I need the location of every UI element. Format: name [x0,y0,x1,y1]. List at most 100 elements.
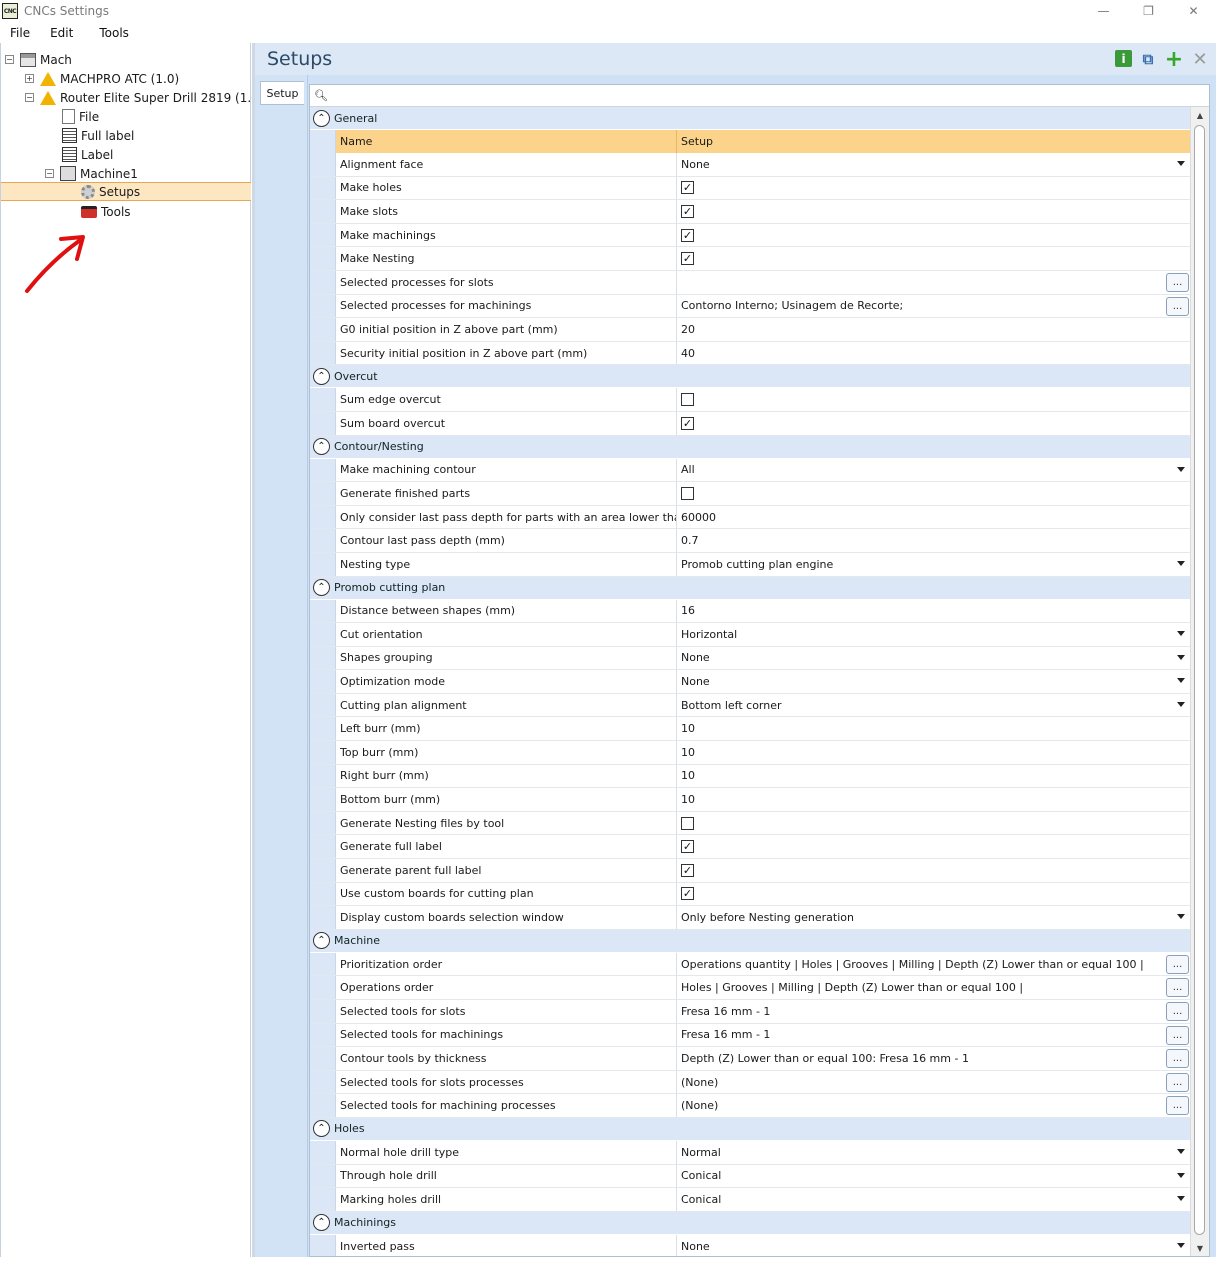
property-value[interactable]: 10 [681,746,695,759]
tab-setup[interactable]: Setup [260,81,304,105]
checked-checkbox[interactable]: ✓ [681,840,694,854]
property-value-cell[interactable] [677,812,1191,835]
property-row-only-consider-last-pass-depth-for-parts-with-an-area-lower-than[interactable]: Only consider last pass depth for parts … [310,505,1191,530]
tree-node-label[interactable]: Label [62,145,113,164]
search-bar[interactable]: 🔍︎ [310,85,1209,107]
collapse-icon[interactable]: − [25,93,34,102]
scroll-thumb[interactable] [1194,125,1205,1235]
ellipsis-button[interactable]: ... [1166,978,1189,998]
property-value-cell[interactable]: 10 [677,788,1191,811]
checked-checkbox[interactable]: ✓ [681,181,694,195]
property-value-cell[interactable]: None [677,670,1191,693]
add-icon[interactable]: + [1164,47,1184,72]
category-general[interactable]: ⌃ General [310,107,1191,130]
property-row-contour-last-pass-depth-mm[interactable]: Contour last pass depth (mm) 0.7 [310,529,1191,553]
property-row-generate-parent-full-label[interactable]: Generate parent full label ✓ [310,859,1191,883]
property-row-left-burr-mm[interactable]: Left burr (mm) 10 [310,717,1191,742]
property-row-marking-holes-drill[interactable]: Marking holes drill Conical [310,1188,1191,1212]
expand-icon[interactable]: + [25,74,34,83]
close-button[interactable]: ✕ [1171,0,1216,22]
property-value[interactable]: 40 [681,347,695,360]
property-row-distance-between-shapes-mm[interactable]: Distance between shapes (mm) 16 [310,599,1191,624]
category-overcut[interactable]: ⌃ Overcut [310,365,1191,389]
checked-checkbox[interactable]: ✓ [681,863,694,877]
dropdown-arrow-icon[interactable] [1177,1172,1185,1178]
collapse-icon[interactable]: − [5,55,14,64]
property-value-cell[interactable]: All [677,459,1191,482]
unchecked-checkbox[interactable] [681,393,694,407]
menu-tools[interactable]: Tools [89,26,139,40]
dropdown-arrow-icon[interactable] [1177,678,1185,684]
property-row-selected-tools-for-slots[interactable]: Selected tools for slots Fresa 16 mm - 1.… [310,1000,1191,1024]
restore-button[interactable]: ❐ [1126,0,1171,22]
tree-node-machpro[interactable]: + MACHPRO ATC (1.0) [25,69,179,88]
property-row-make-machining-contour[interactable]: Make machining contour All [310,458,1191,483]
property-row-optimization-mode[interactable]: Optimization mode None [310,670,1191,694]
property-row-selected-tools-for-machining-processes[interactable]: Selected tools for machining processes (N… [310,1094,1191,1118]
property-row-bottom-burr-mm[interactable]: Bottom burr (mm) 10 [310,788,1191,812]
minimize-button[interactable]: — [1081,0,1126,22]
property-value-cell[interactable]: Holes | Grooves | Milling | Depth (Z) Lo… [677,976,1191,999]
property-row-security-initial-position-in-z-above-part-mm[interactable]: Security initial position in Z above par… [310,341,1191,366]
collapse-category-icon[interactable]: ⌃ [313,1214,330,1232]
property-value-cell[interactable]: Only before Nesting generation [677,906,1191,929]
ellipsis-button[interactable]: ... [1166,1025,1189,1045]
category-promob-cutting-plan[interactable]: ⌃ Promob cutting plan [310,576,1191,600]
dropdown-arrow-icon[interactable] [1177,654,1185,660]
property-row-contour-tools-by-thickness[interactable]: Contour tools by thickness Depth (Z) Lowe… [310,1047,1191,1071]
tree-node-setups[interactable]: Setups [1,182,251,201]
checked-checkbox[interactable]: ✓ [681,228,694,242]
property-value-cell[interactable]: Contorno Interno; Usinagem de Recorte;..… [677,295,1191,318]
property-value-cell[interactable]: None [677,153,1191,176]
property-value[interactable]: 0.7 [681,534,699,547]
property-row-through-hole-drill[interactable]: Through hole drill Conical [310,1164,1191,1189]
copy-icon[interactable]: ⧉ [1138,49,1158,69]
ellipsis-button[interactable]: ... [1166,1096,1189,1116]
collapse-category-icon[interactable]: ⌃ [313,1120,330,1138]
property-value-cell[interactable]: None [677,647,1191,670]
dropdown-arrow-icon[interactable] [1177,466,1185,472]
property-value-cell[interactable]: Bottom left corner [677,694,1191,717]
ellipsis-button[interactable]: ... [1166,272,1189,292]
scroll-up-icon[interactable]: ▲ [1191,107,1209,123]
dropdown-arrow-icon[interactable] [1177,631,1185,637]
unchecked-checkbox[interactable] [681,816,694,830]
property-row-generate-finished-parts[interactable]: Generate finished parts [310,482,1191,506]
property-value-cell[interactable] [677,388,1191,411]
menu-file[interactable]: File [0,26,40,40]
property-row-display-custom-boards-selection-window[interactable]: Display custom boards selection window On… [310,906,1191,930]
tree-node-root[interactable]: − Mach [5,50,72,69]
collapse-category-icon[interactable]: ⌃ [313,438,330,456]
tree-node-tools[interactable]: Tools [81,202,131,221]
property-value-cell[interactable]: Fresa 16 mm - 1... [677,1000,1191,1023]
property-row-cut-orientation[interactable]: Cut orientation Horizontal [310,623,1191,647]
property-value-cell[interactable]: (None)... [677,1071,1191,1094]
vertical-scrollbar[interactable]: ▲ ▼ [1190,107,1209,1256]
collapse-category-icon[interactable]: ⌃ [313,579,330,596]
property-row-selected-tools-for-slots-processes[interactable]: Selected tools for slots processes (None)… [310,1070,1191,1095]
property-row-top-burr-mm[interactable]: Top burr (mm) 10 [310,741,1191,765]
category-holes[interactable]: ⌃ Holes [310,1117,1191,1141]
property-row-selected-processes-for-machinings[interactable]: Selected processes for machinings Contorn… [310,294,1191,319]
category-machine[interactable]: ⌃ Machine [310,929,1191,953]
property-value-cell[interactable]: Conical [677,1188,1191,1211]
property-value[interactable]: 10 [681,769,695,782]
checked-checkbox[interactable]: ✓ [681,204,694,218]
collapse-category-icon[interactable]: ⌃ [313,932,330,950]
property-row-nesting-type[interactable]: Nesting type Promob cutting plan engine [310,552,1191,577]
property-value-cell[interactable]: Normal [677,1141,1191,1164]
unchecked-checkbox[interactable] [681,486,694,500]
close-icon[interactable]: ✕ [1190,49,1210,70]
property-value-cell[interactable]: None [677,1235,1191,1256]
property-value[interactable]: 10 [681,722,695,735]
property-value-cell[interactable]: Depth (Z) Lower than or equal 100: Fresa… [677,1047,1191,1070]
property-row-sum-board-overcut[interactable]: Sum board overcut ✓ [310,411,1191,436]
tree-node-machine1[interactable]: − Machine1 [45,164,138,183]
dropdown-arrow-icon[interactable] [1177,701,1185,707]
property-value-cell[interactable]: Fresa 16 mm - 1... [677,1024,1191,1047]
property-value-cell[interactable]: Conical [677,1165,1191,1188]
checked-checkbox[interactable]: ✓ [681,887,694,901]
property-row-operations-order[interactable]: Operations order Holes | Grooves | Millin… [310,976,1191,1000]
property-row-generate-full-label[interactable]: Generate full label ✓ [310,835,1191,860]
property-value-cell[interactable]: ... [677,271,1191,294]
